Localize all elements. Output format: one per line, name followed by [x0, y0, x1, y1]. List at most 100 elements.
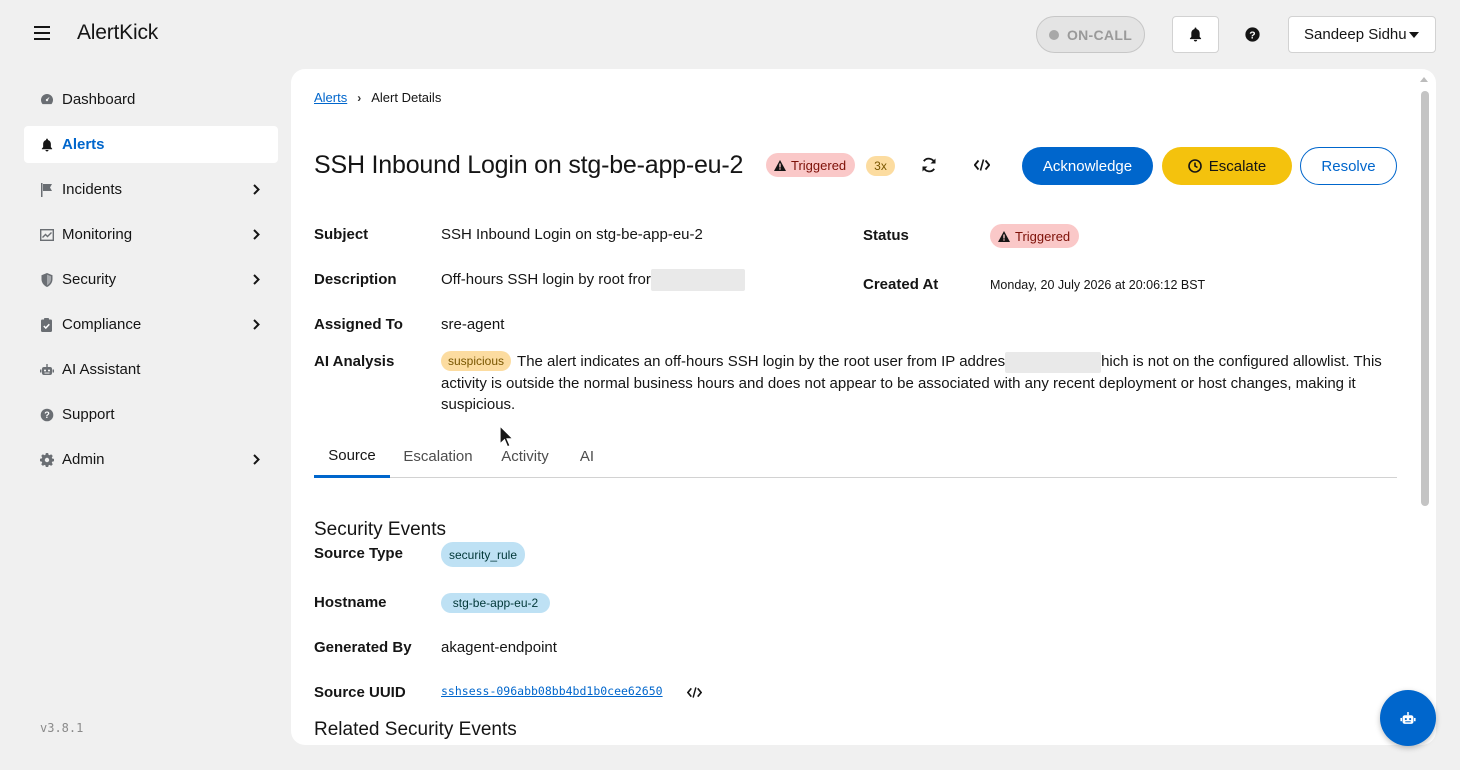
source-uuid-link[interactable]: sshsess-096abb08bb4bd1b0cee62650: [441, 684, 663, 698]
sidebar-item-label: Support: [62, 406, 115, 423]
sidebar-item-admin[interactable]: Admin: [24, 441, 278, 478]
breadcrumb-link-alerts[interactable]: Alerts: [314, 90, 347, 105]
question-circle-icon: ?: [39, 407, 54, 422]
occurrence-count-badge: 3x: [866, 156, 895, 176]
chevron-right-icon: [253, 454, 260, 465]
gear-icon: [39, 452, 54, 467]
sidebar-item-incidents[interactable]: Incidents: [24, 171, 278, 208]
sidebar-item-label: Alerts: [62, 136, 105, 153]
scroll-up-arrow-icon[interactable]: [1420, 77, 1428, 82]
chevron-right-icon: [253, 274, 260, 285]
section-heading-security-events: Security Events: [314, 519, 446, 540]
clipboard-check-icon: [39, 317, 54, 332]
warning-triangle-icon: [998, 230, 1010, 242]
generated-by-label: Generated By: [314, 639, 412, 656]
view-raw-button[interactable]: [683, 681, 705, 703]
dashboard-icon: [39, 92, 54, 107]
assigned-value: sre-agent: [441, 316, 505, 333]
sidebar-nav: Dashboard Alerts Incidents Monitoring Se…: [24, 81, 278, 486]
redacted-ip: [1005, 351, 1102, 373]
ai-analysis-text: suspicious The alert indicates an off-hou…: [441, 351, 1391, 415]
ai-assistant-fab[interactable]: [1380, 690, 1436, 746]
sidebar-item-label: Monitoring: [62, 226, 133, 243]
view-source-button[interactable]: [971, 154, 993, 176]
subject-label: Subject: [314, 226, 369, 243]
top-bar: AlertKick ON-CALL ? Sandeep Sidhu: [0, 0, 1460, 68]
source-uuid-label: Source UUID: [314, 684, 406, 701]
ai-analysis-part-1: The alert indicates an off-hours SSH log…: [517, 353, 1006, 370]
robot-icon: [39, 362, 54, 377]
tab-ai[interactable]: AI: [574, 435, 600, 478]
sidebar-item-label: Compliance: [62, 316, 142, 333]
code-icon: [974, 159, 990, 171]
status-badge-label: Triggered: [791, 157, 847, 173]
status-badge: Triggered: [766, 153, 856, 177]
description-text: Off-hours SSH login by root fror: [441, 270, 651, 288]
assigned-label: Assigned To: [314, 316, 403, 333]
sidebar-item-label: AI Assistant: [62, 361, 141, 378]
page-title: SSH Inbound Login on stg-be-app-eu-2: [314, 151, 744, 179]
status-value-label: Triggered: [1015, 228, 1071, 244]
status-value-badge: Triggered: [990, 224, 1080, 248]
user-name: Sandeep Sidhu: [1304, 26, 1407, 43]
sidebar-item-label: Admin: [62, 451, 105, 468]
bell-icon: [1189, 27, 1202, 42]
warning-triangle-icon: [774, 159, 786, 171]
redacted-ip: [650, 269, 745, 291]
status-dot-icon: [1048, 29, 1059, 40]
notifications-button[interactable]: [1172, 16, 1219, 53]
scrollbar-thumb[interactable]: [1421, 91, 1429, 506]
resolve-button[interactable]: Resolve: [1300, 147, 1397, 185]
sidebar-item-label: Incidents: [62, 181, 123, 198]
chevron-right-icon: ›: [357, 90, 362, 105]
user-menu-dropdown[interactable]: Sandeep Sidhu: [1288, 16, 1436, 53]
code-icon: [686, 686, 702, 698]
oncall-label: ON-CALL: [1066, 26, 1133, 43]
tab-source[interactable]: Source: [314, 435, 390, 478]
refresh-icon: [922, 157, 936, 173]
sidebar-item-label: Security: [62, 271, 117, 288]
svg-text:?: ?: [44, 410, 50, 420]
verdict-badge: suspicious: [441, 351, 512, 371]
created-at-label: Created At: [863, 276, 939, 293]
description-value: Off-hours SSH login by root fror: [441, 269, 745, 291]
refresh-button[interactable]: [918, 154, 940, 176]
created-at-value: Monday, 20 July 2026 at 20:06:12 BST: [990, 278, 1206, 292]
breadcrumb: Alerts › Alert Details: [314, 90, 441, 105]
oncall-toggle[interactable]: ON-CALL: [1036, 16, 1145, 53]
flag-icon: [39, 182, 54, 197]
clock-icon: [1187, 159, 1202, 173]
svg-text:?: ?: [1249, 30, 1255, 41]
caret-down-icon: [1409, 32, 1419, 38]
escalate-button[interactable]: Escalate: [1162, 147, 1292, 185]
section-heading-related-events: Related Security Events: [314, 719, 517, 740]
hostname-chip: stg-be-app-eu-2: [441, 593, 550, 613]
app-version: v3.8.1: [40, 721, 84, 735]
detail-tabs: Source Escalation Activity AI: [314, 435, 1397, 478]
tab-escalation[interactable]: Escalation: [398, 435, 478, 478]
ai-analysis-label: AI Analysis: [314, 353, 395, 370]
alert-detail-panel: Alerts › Alert Details SSH Inbound Login…: [291, 69, 1436, 745]
help-button[interactable]: ?: [1243, 25, 1262, 44]
sidebar-item-compliance[interactable]: Compliance: [24, 306, 278, 343]
sidebar-item-alerts[interactable]: Alerts: [24, 126, 278, 163]
source-type-chip: security_rule: [441, 542, 525, 567]
breadcrumb-current: Alert Details: [371, 90, 442, 105]
acknowledge-button[interactable]: Acknowledge: [1022, 147, 1153, 185]
robot-icon: [1400, 711, 1416, 724]
sidebar-item-monitoring[interactable]: Monitoring: [24, 216, 278, 253]
app-brand[interactable]: AlertKick: [77, 21, 158, 45]
hamburger-menu-icon[interactable]: [34, 26, 50, 40]
subject-value: SSH Inbound Login on stg-be-app-eu-2: [441, 226, 703, 243]
source-type-label: Source Type: [314, 545, 403, 562]
sidebar-item-security[interactable]: Security: [24, 261, 278, 298]
sidebar-item-dashboard[interactable]: Dashboard: [24, 81, 278, 118]
sidebar-item-support[interactable]: ? Support: [24, 396, 278, 433]
hostname-label: Hostname: [314, 594, 387, 611]
chart-icon: [39, 227, 54, 242]
question-circle-icon: ?: [1245, 27, 1260, 42]
chevron-right-icon: [253, 184, 260, 195]
shield-icon: [39, 272, 54, 287]
sidebar-item-ai-assistant[interactable]: AI Assistant: [24, 351, 278, 388]
status-label: Status: [863, 227, 909, 244]
